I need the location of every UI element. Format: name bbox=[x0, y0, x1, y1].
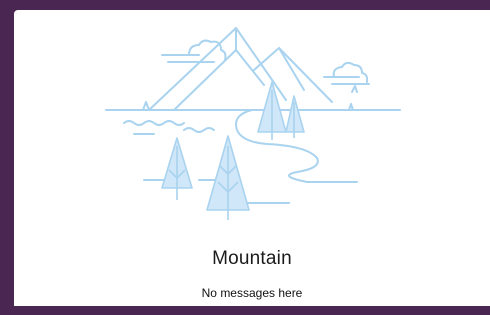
empty-state-message: No messages here bbox=[201, 286, 303, 300]
empty-state-panel: Mountain No messages here bbox=[14, 10, 490, 306]
empty-state-title: Mountain bbox=[212, 248, 292, 269]
mountain-illustration bbox=[105, 27, 401, 220]
app-frame: Mountain No messages here bbox=[0, 0, 490, 315]
panel-bottom-border bbox=[14, 306, 490, 315]
